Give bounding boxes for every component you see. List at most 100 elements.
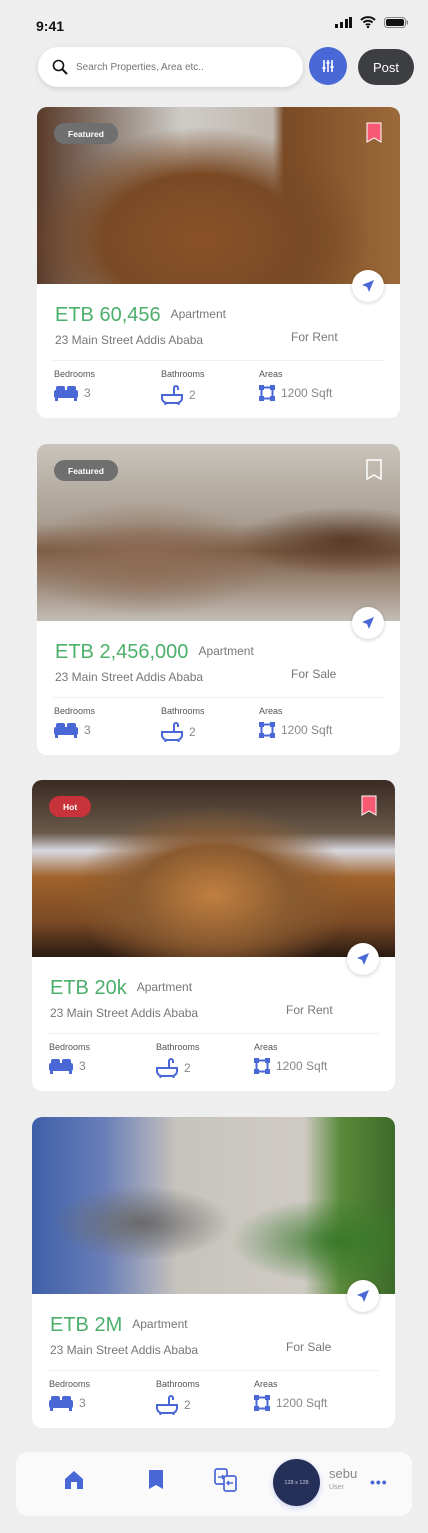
bathtub-icon [156, 1058, 178, 1078]
avatar[interactable]: 128 x 128 [273, 1459, 320, 1506]
bathrooms-feature: Bathrooms 2 [156, 1042, 200, 1078]
area-icon [259, 722, 275, 738]
bedrooms-count: 3 [79, 1396, 86, 1410]
bedrooms-feature: Bedrooms 3 [49, 1042, 90, 1074]
listing-address: 23 Main Street Addis Ababa [55, 670, 204, 684]
price-value: ETB 20k [50, 977, 127, 999]
price-value: ETB 2,456,000 [55, 641, 189, 663]
area-feature: Areas 1200 Sqft [254, 1379, 327, 1411]
property-image[interactable] [32, 1117, 395, 1294]
bedrooms-feature: Bedrooms 3 [49, 1379, 90, 1411]
bedrooms-feature: Bedrooms 3 [54, 369, 95, 401]
listing-deal-type: For Sale [291, 667, 337, 681]
bed-icon [54, 386, 78, 401]
bedrooms-label: Bedrooms [49, 1042, 91, 1052]
bedrooms-count: 3 [79, 1059, 86, 1073]
bathrooms-count: 2 [189, 388, 196, 402]
bedrooms-label: Bedrooms [49, 1379, 91, 1389]
areas-label: Areas [254, 1042, 278, 1052]
user-role: User [329, 1484, 344, 1491]
featured-badge: Featured [54, 123, 118, 144]
post-button[interactable]: Post [358, 49, 414, 85]
bedrooms-count: 3 [84, 386, 91, 400]
listing-price: ETB 2,456,000 Apartment [55, 641, 254, 664]
bathrooms-feature: Bathrooms 2 [161, 369, 205, 405]
status-time: 9:41 [36, 18, 65, 34]
sliders-icon [322, 60, 334, 72]
bookmark-icon[interactable] [366, 122, 382, 143]
price-value: ETB 60,456 [55, 304, 161, 326]
bathtub-icon [161, 722, 183, 742]
bedrooms-label: Bedrooms [54, 369, 96, 379]
bottom-nav: 128 x 128 sebu User ••• [16, 1452, 412, 1516]
bathrooms-label: Bathrooms [156, 1042, 200, 1052]
navigate-button[interactable] [352, 607, 384, 639]
listing-address: 23 Main Street Addis Ababa [55, 333, 204, 347]
area-value: 1200 Sqft [281, 386, 333, 400]
listing-card[interactable]: Featured ETB 60,456 Apartment 23 Main Str… [37, 107, 400, 418]
area-feature: Areas 1200 Sqft [254, 1042, 327, 1074]
more-options-button[interactable]: ••• [370, 1474, 388, 1490]
area-icon [259, 385, 275, 401]
listing-price: ETB 60,456 Apartment [55, 304, 226, 327]
property-type: Apartment [198, 644, 254, 658]
listing-price: ETB 2M Apartment [50, 1314, 188, 1337]
divider [53, 697, 384, 698]
bed-icon [54, 723, 78, 738]
property-type: Apartment [132, 1317, 188, 1331]
listing-card[interactable]: ETB 2M Apartment 23 Main Street Addis Aba… [32, 1117, 395, 1428]
areas-label: Areas [259, 706, 283, 716]
bathrooms-feature: Bathrooms 2 [156, 1379, 200, 1415]
navigate-button[interactable] [347, 1280, 379, 1312]
area-value: 1200 Sqft [276, 1396, 328, 1410]
area-value: 1200 Sqft [276, 1059, 328, 1073]
listing-card[interactable]: Hot ETB 20k Apartment 23 Main Street Addi… [32, 780, 395, 1091]
price-value: ETB 2M [50, 1314, 123, 1336]
location-arrow-icon [357, 1290, 369, 1302]
listing-deal-type: For Rent [286, 1003, 333, 1017]
search-input[interactable] [76, 61, 276, 73]
bed-icon [49, 1396, 73, 1411]
listing-address: 23 Main Street Addis Ababa [50, 1006, 199, 1020]
bathrooms-feature: Bathrooms 2 [161, 706, 205, 742]
bedrooms-feature: Bedrooms 3 [54, 706, 95, 738]
listing-price: ETB 20k Apartment [50, 977, 192, 1000]
bathrooms-label: Bathrooms [161, 706, 205, 716]
featured-badge: Featured [54, 460, 118, 481]
bookmark-outline-icon[interactable] [366, 459, 382, 480]
compare-icon[interactable] [214, 1468, 238, 1492]
location-arrow-icon [362, 280, 374, 292]
property-type: Apartment [170, 307, 226, 321]
listing-card[interactable]: Featured ETB 2,456,000 Apartment 23 Main … [37, 444, 400, 755]
navigate-button[interactable] [352, 270, 384, 302]
wifi-icon [360, 16, 376, 28]
bathrooms-count: 2 [184, 1398, 191, 1412]
areas-label: Areas [259, 369, 283, 379]
areas-label: Areas [254, 1379, 278, 1389]
bathrooms-count: 2 [189, 725, 196, 739]
navigate-button[interactable] [347, 943, 379, 975]
search-icon [52, 59, 68, 75]
area-feature: Areas 1200 Sqft [259, 369, 332, 401]
bookmark-nav-icon[interactable] [149, 1470, 163, 1489]
signal-icon [335, 16, 352, 28]
divider [48, 1033, 379, 1034]
listing-address: 23 Main Street Addis Ababa [50, 1343, 199, 1357]
user-name: sebu [329, 1466, 358, 1481]
bedrooms-count: 3 [84, 723, 91, 737]
filter-button[interactable] [309, 47, 347, 85]
home-icon[interactable] [64, 1470, 84, 1490]
property-type: Apartment [136, 980, 193, 994]
bathrooms-label: Bathrooms [156, 1379, 200, 1389]
location-arrow-icon [357, 953, 369, 965]
bathtub-icon [156, 1395, 178, 1415]
search-bar[interactable] [38, 47, 303, 87]
divider [48, 1370, 379, 1371]
listing-deal-type: For Sale [286, 1340, 332, 1354]
battery-icon [384, 16, 408, 28]
bathtub-icon [161, 385, 183, 405]
bookmark-icon[interactable] [361, 795, 377, 816]
area-feature: Areas 1200 Sqft [259, 706, 332, 738]
bedrooms-label: Bedrooms [54, 706, 96, 716]
divider [53, 360, 384, 361]
